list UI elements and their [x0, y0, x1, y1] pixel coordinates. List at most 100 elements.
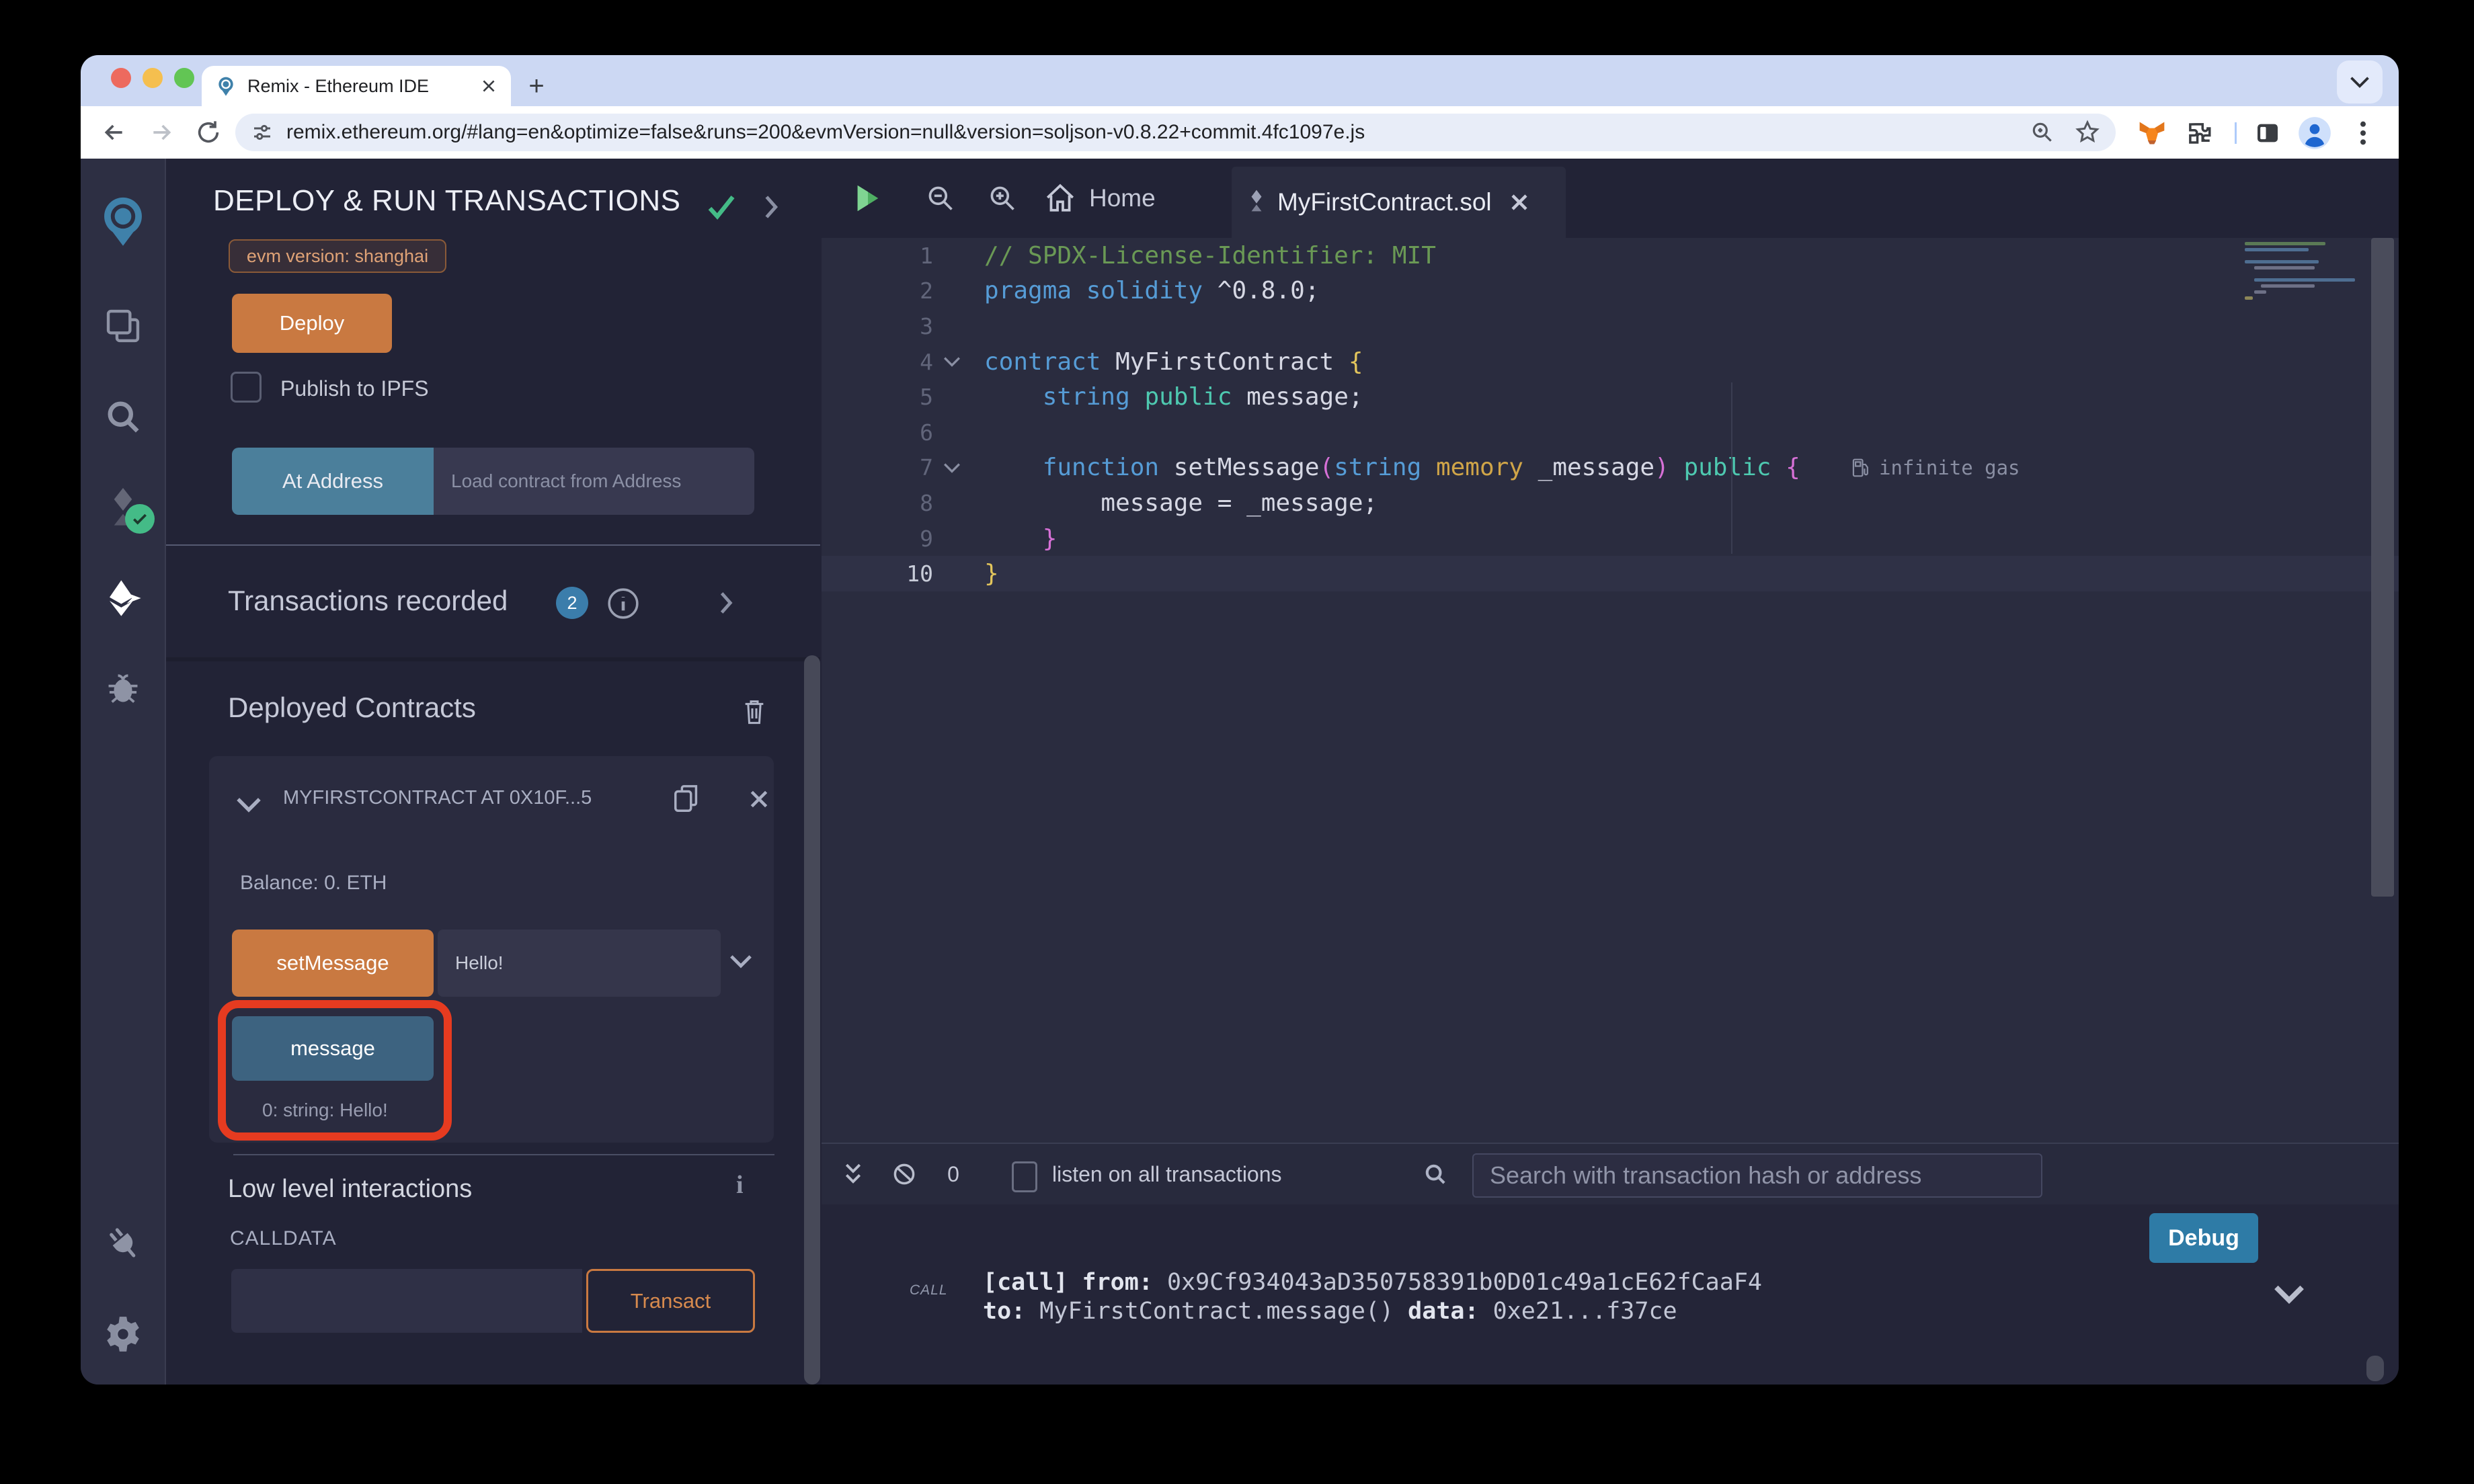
terminal-search-icon	[1419, 1159, 1452, 1190]
window-zoom-button[interactable]	[174, 68, 194, 88]
plugin-rail	[81, 159, 166, 1385]
at-address-button[interactable]: At Address	[232, 448, 434, 515]
expand-args-chevron-icon[interactable]	[729, 952, 752, 970]
code-editor[interactable]: 1// SPDX-License-Identifier: MIT2pragma …	[822, 238, 2399, 1143]
copy-icon[interactable]	[672, 782, 703, 817]
panel-check-icon	[704, 191, 739, 223]
deploy-run-icon[interactable]	[81, 568, 165, 628]
bookmark-star-icon[interactable]	[2074, 119, 2101, 146]
file-tab-close-icon[interactable]	[1509, 192, 1529, 212]
search-icon[interactable]	[81, 386, 165, 447]
set-message-input[interactable]	[438, 930, 721, 997]
trash-icon[interactable]	[741, 696, 768, 727]
settings-icon[interactable]	[81, 1304, 165, 1364]
contract-title[interactable]: MYFIRSTCONTRACT AT 0X10F...5	[283, 787, 639, 809]
profile-avatar[interactable]	[2297, 115, 2333, 151]
code-lines: 1// SPDX-License-Identifier: MIT2pragma …	[822, 238, 2399, 591]
publish-ipfs-label: Publish to IPFS	[280, 376, 429, 401]
tab-myfirstcontract[interactable]: MyFirstContract.sol	[1232, 167, 1566, 238]
code-line: 2pragma solidity ^0.8.0;	[822, 274, 2399, 309]
code-line: 4contract MyFirstContract {	[822, 344, 2399, 380]
zoom-icon[interactable]	[2030, 120, 2055, 145]
debug-button[interactable]: Debug	[2149, 1213, 2258, 1263]
terminal-search-input[interactable]	[1472, 1153, 2042, 1198]
terminal-log: CALL [call] from: 0x9Cf934043aD350758391…	[822, 1204, 2399, 1385]
back-icon[interactable]	[97, 115, 132, 150]
extensions-icon[interactable]	[2181, 115, 2217, 151]
code-line: 3	[822, 308, 2399, 344]
deploy-run-panel: DEPLOY & RUN TRANSACTIONS evm version: s…	[166, 159, 820, 1385]
contract-balance: Balance: 0. ETH	[240, 872, 387, 895]
log-line-2[interactable]: to: MyFirstContract.message() data: 0xe2…	[983, 1298, 1677, 1325]
calldata-input[interactable]	[231, 1269, 582, 1333]
file-tab-label: MyFirstContract.sol	[1277, 188, 1492, 216]
zoom-in-icon[interactable]	[982, 159, 1023, 238]
transact-button[interactable]: Transact	[586, 1269, 755, 1333]
browser-tab[interactable]: Remix - Ethereum IDE	[202, 66, 511, 106]
new-tab-button[interactable]: +	[519, 69, 554, 104]
tab-close-icon[interactable]	[480, 77, 497, 95]
publish-ipfs-checkbox[interactable]	[231, 372, 262, 403]
menu-dots-icon[interactable]	[2345, 115, 2381, 151]
url-bar[interactable]: remix.ethereum.org/#lang=en&optimize=fal…	[235, 114, 2116, 151]
editor-scrollbar[interactable]	[2371, 238, 2394, 897]
set-message-button[interactable]: setMessage	[232, 930, 434, 997]
code-line: 10}	[822, 556, 2399, 591]
window-minimize-button[interactable]	[143, 68, 163, 88]
at-address-input[interactable]	[434, 448, 754, 515]
tab-title: Remix - Ethereum IDE	[247, 76, 480, 97]
site-settings-icon[interactable]	[250, 120, 274, 145]
listen-transactions-checkbox[interactable]	[1012, 1161, 1037, 1192]
remix-favicon	[215, 75, 237, 97]
deployed-contracts-title: Deployed Contracts	[228, 692, 476, 724]
deployed-contract-card: MYFIRSTCONTRACT AT 0X10F...5 Balance: 0.…	[209, 756, 774, 1143]
collapse-terminal-icon[interactable]	[838, 1159, 869, 1190]
window-close-button[interactable]	[111, 68, 131, 88]
toolbar-divider	[2235, 122, 2237, 144]
tab-home[interactable]: Home	[1043, 159, 1156, 238]
zoom-out-icon[interactable]	[920, 159, 961, 238]
metamask-icon[interactable]	[2134, 115, 2170, 151]
code-line: 1// SPDX-License-Identifier: MIT	[822, 238, 2399, 274]
forward-icon[interactable]	[144, 115, 179, 150]
home-icon	[1043, 181, 1077, 215]
panel-expand-chevron-icon[interactable]	[761, 194, 781, 220]
tab-overview-button[interactable]	[2337, 60, 2383, 104]
contract-close-icon[interactable]	[748, 788, 770, 810]
side-panel-icon[interactable]	[2249, 115, 2286, 151]
log-line-1[interactable]: [call] from: 0x9Cf934043aD350758391b0D01…	[983, 1269, 1762, 1296]
browser-toolbar: remix.ethereum.org/#lang=en&optimize=fal…	[81, 106, 2399, 159]
code-line: 5 string public message;	[822, 379, 2399, 415]
minimap[interactable]	[2245, 242, 2368, 302]
indent-guide	[1731, 382, 1732, 554]
clear-console-icon[interactable]	[889, 1159, 920, 1190]
code-line: 8 message = _message;	[822, 485, 2399, 521]
low-level-info-icon[interactable]: i	[736, 1170, 744, 1200]
terminal: 0 listen on all transactions CALL [call]…	[822, 1143, 2399, 1385]
code-line: 6	[822, 415, 2399, 450]
message-button[interactable]: message	[232, 1016, 434, 1081]
calldata-label: CALLDATA	[230, 1227, 337, 1250]
reload-icon[interactable]	[191, 115, 226, 150]
url-text[interactable]: remix.ethereum.org/#lang=en&optimize=fal…	[286, 121, 2030, 144]
play-icon[interactable]	[851, 159, 885, 238]
terminal-scrollbar[interactable]	[2366, 1356, 2384, 1381]
transactions-chevron-icon[interactable]	[717, 590, 735, 616]
chevron-down-icon	[2350, 75, 2370, 89]
info-icon[interactable]	[606, 587, 640, 620]
solidity-compiler-icon[interactable]	[81, 477, 165, 538]
plugin-manager-icon[interactable]	[81, 1213, 165, 1274]
contract-collapse-chevron-icon[interactable]	[236, 795, 262, 814]
panel-scrollbar[interactable]	[804, 655, 820, 1385]
editor-area: Home MyFirstContract.sol 1// SPDX-Licens…	[822, 159, 2399, 1385]
remix-logo[interactable]	[81, 192, 165, 252]
deploy-button[interactable]: Deploy	[232, 294, 392, 353]
browser-window: Remix - Ethereum IDE + remix.ethereum.or…	[81, 55, 2399, 1385]
debugger-icon[interactable]	[81, 657, 165, 718]
transactions-count-badge: 2	[556, 587, 588, 619]
log-expand-chevron-icon[interactable]	[2274, 1284, 2305, 1304]
compile-success-badge	[125, 504, 155, 534]
file-explorer-icon[interactable]	[81, 296, 165, 356]
editor-tab-bar: Home MyFirstContract.sol	[822, 159, 2399, 238]
terminal-toolbar: 0 listen on all transactions	[822, 1144, 2399, 1204]
